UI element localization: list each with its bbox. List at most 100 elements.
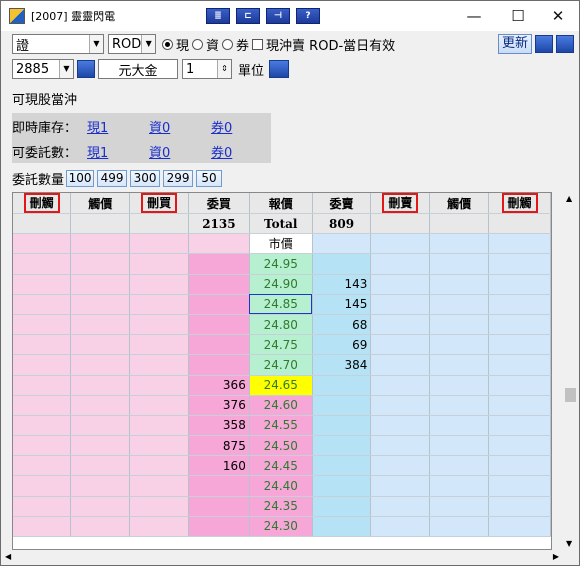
cell[interactable] xyxy=(188,233,250,255)
market-price-label[interactable]: 市價 xyxy=(249,233,313,255)
trigger-buy-cell[interactable] xyxy=(70,314,131,336)
book-row[interactable]: 24.80 68 xyxy=(13,314,551,336)
trigger-cancel-buy-cell[interactable] xyxy=(13,334,72,356)
trigger-sell-cell[interactable] xyxy=(429,354,490,376)
price-cell[interactable]: 24.50 xyxy=(249,435,313,457)
price-cell[interactable]: 24.35 xyxy=(249,496,313,517)
cell[interactable] xyxy=(13,233,72,255)
vertical-scrollbar[interactable]: ▲ ▼ xyxy=(563,192,578,550)
price-cell[interactable]: 24.30 xyxy=(249,516,313,538)
bid-qty-cell[interactable] xyxy=(188,354,250,376)
trigger-buy-cell[interactable] xyxy=(70,294,131,315)
trigger-buy-cell[interactable] xyxy=(70,253,131,275)
cancel-buy-cell[interactable] xyxy=(129,334,189,356)
ask-qty-cell[interactable] xyxy=(312,375,372,396)
settings-icon[interactable] xyxy=(556,35,574,53)
bid-qty-cell[interactable] xyxy=(188,475,250,497)
cancel-buy-cell[interactable] xyxy=(129,274,189,295)
trigger-cancel-buy-cell[interactable] xyxy=(13,455,72,477)
trigger-cancel-buy-cell[interactable] xyxy=(13,253,72,275)
book-row[interactable]: 366 24.65 xyxy=(13,375,551,396)
orderable-cash-link[interactable]: 現1 xyxy=(87,142,108,161)
cancel-buy-cell[interactable] xyxy=(129,475,189,497)
qty-button-499[interactable]: 499 xyxy=(97,170,128,187)
toolbar-icon-2[interactable]: ⊏ xyxy=(236,8,260,24)
trigger-buy-cell[interactable] xyxy=(70,455,131,477)
trigger-cancel-buy-cell[interactable] xyxy=(13,354,72,376)
trigger-sell-cell[interactable] xyxy=(429,375,490,396)
cancel-sell-cell[interactable] xyxy=(370,496,431,517)
price-cell[interactable]: 24.45 xyxy=(249,455,313,477)
col-header[interactable]: 刪觸 xyxy=(13,193,72,214)
price-cell[interactable]: 24.60 xyxy=(249,395,313,416)
price-cell[interactable]: 24.55 xyxy=(249,415,313,437)
stepper-icon[interactable]: ⇕ xyxy=(217,60,231,78)
unit-icon[interactable] xyxy=(269,60,290,78)
ask-qty-cell[interactable] xyxy=(312,395,372,416)
inventory-cash-link[interactable]: 現1 xyxy=(87,117,108,136)
trigger-sell-cell[interactable] xyxy=(429,253,490,275)
cancel-sell-cell[interactable] xyxy=(370,415,431,437)
ask-qty-cell[interactable] xyxy=(312,455,372,477)
trigger-sell-cell[interactable] xyxy=(429,274,490,295)
trigger-buy-cell[interactable] xyxy=(70,375,131,396)
bid-qty-cell[interactable] xyxy=(188,334,250,356)
cancel-sell-cell[interactable] xyxy=(370,516,431,538)
cancel-buy-cell[interactable] xyxy=(129,435,189,457)
book-row[interactable]: 24.30 xyxy=(13,516,551,538)
book-row[interactable]: 358 24.55 xyxy=(13,415,551,437)
book-row[interactable]: 875 24.50 xyxy=(13,435,551,457)
bid-qty-cell[interactable] xyxy=(188,294,250,315)
trigger-cancel-buy-cell[interactable] xyxy=(13,375,72,396)
trigger-buy-cell[interactable] xyxy=(70,475,131,497)
radio-cash[interactable] xyxy=(162,38,173,50)
scroll-up-icon[interactable]: ▲ xyxy=(566,194,572,203)
cell[interactable] xyxy=(312,233,372,255)
trigger-cancel-sell-cell[interactable] xyxy=(488,354,551,376)
price-cell[interactable]: 24.70 xyxy=(249,354,313,376)
trigger-cancel-buy-cell[interactable] xyxy=(13,314,72,336)
cell[interactable] xyxy=(129,233,189,255)
trigger-sell-cell[interactable] xyxy=(429,435,490,457)
daytrade-checkbox[interactable] xyxy=(252,38,264,50)
trigger-sell-cell[interactable] xyxy=(429,395,490,416)
book-row[interactable]: 24.40 xyxy=(13,475,551,497)
cancel-sell-cell[interactable] xyxy=(370,475,431,497)
help-icon[interactable]: ? xyxy=(296,8,320,24)
trigger-sell-cell[interactable] xyxy=(429,334,490,356)
trigger-cancel-buy-cell[interactable] xyxy=(13,395,72,416)
price-cell[interactable]: 24.65 xyxy=(249,375,313,396)
trigger-buy-cell[interactable] xyxy=(70,516,131,538)
trigger-cancel-sell-cell[interactable] xyxy=(488,496,551,517)
scroll-left-icon[interactable]: ◀ xyxy=(5,552,11,561)
bid-qty-cell[interactable]: 875 xyxy=(188,435,250,457)
cancel-sell-cell[interactable] xyxy=(370,294,431,315)
cancel-buy-cell[interactable] xyxy=(129,314,189,336)
trigger-cancel-sell-cell[interactable] xyxy=(488,415,551,437)
bid-qty-cell[interactable] xyxy=(188,274,250,295)
cancel-buy-cell[interactable] xyxy=(129,496,189,517)
trigger-cancel-sell-cell[interactable] xyxy=(488,253,551,275)
price-cell[interactable]: 24.85 xyxy=(249,294,313,315)
trigger-cancel-sell-cell[interactable] xyxy=(488,435,551,457)
trigger-cancel-sell-cell[interactable] xyxy=(488,475,551,497)
trigger-buy-cell[interactable] xyxy=(70,274,131,295)
close-button[interactable]: ✕ xyxy=(535,1,580,31)
cancel-trigger-buy-header[interactable]: 刪觸 xyxy=(23,193,60,213)
trigger-cancel-buy-cell[interactable] xyxy=(13,294,72,315)
ask-qty-cell[interactable] xyxy=(312,496,372,517)
qty-button-50[interactable]: 50 xyxy=(196,170,223,187)
trigger-sell-cell[interactable] xyxy=(429,314,490,336)
scroll-right-icon[interactable]: ▶ xyxy=(553,552,559,561)
cancel-sell-cell[interactable] xyxy=(370,435,431,457)
book-row[interactable]: 24.35 xyxy=(13,496,551,517)
ask-qty-cell[interactable]: 143 xyxy=(312,274,372,295)
toolbar-icon-3[interactable]: ⊣ xyxy=(266,8,290,24)
trigger-cancel-buy-cell[interactable] xyxy=(13,435,72,457)
price-cell[interactable]: 24.75 xyxy=(249,334,313,356)
bid-qty-cell[interactable] xyxy=(188,516,250,538)
quantity-stepper[interactable]: 1 ⇕ xyxy=(182,59,232,79)
book-row[interactable]: 24.90 143 xyxy=(13,274,551,295)
refresh-button[interactable]: 更新 xyxy=(498,34,532,54)
qty-button-299[interactable]: 299 xyxy=(163,170,194,187)
